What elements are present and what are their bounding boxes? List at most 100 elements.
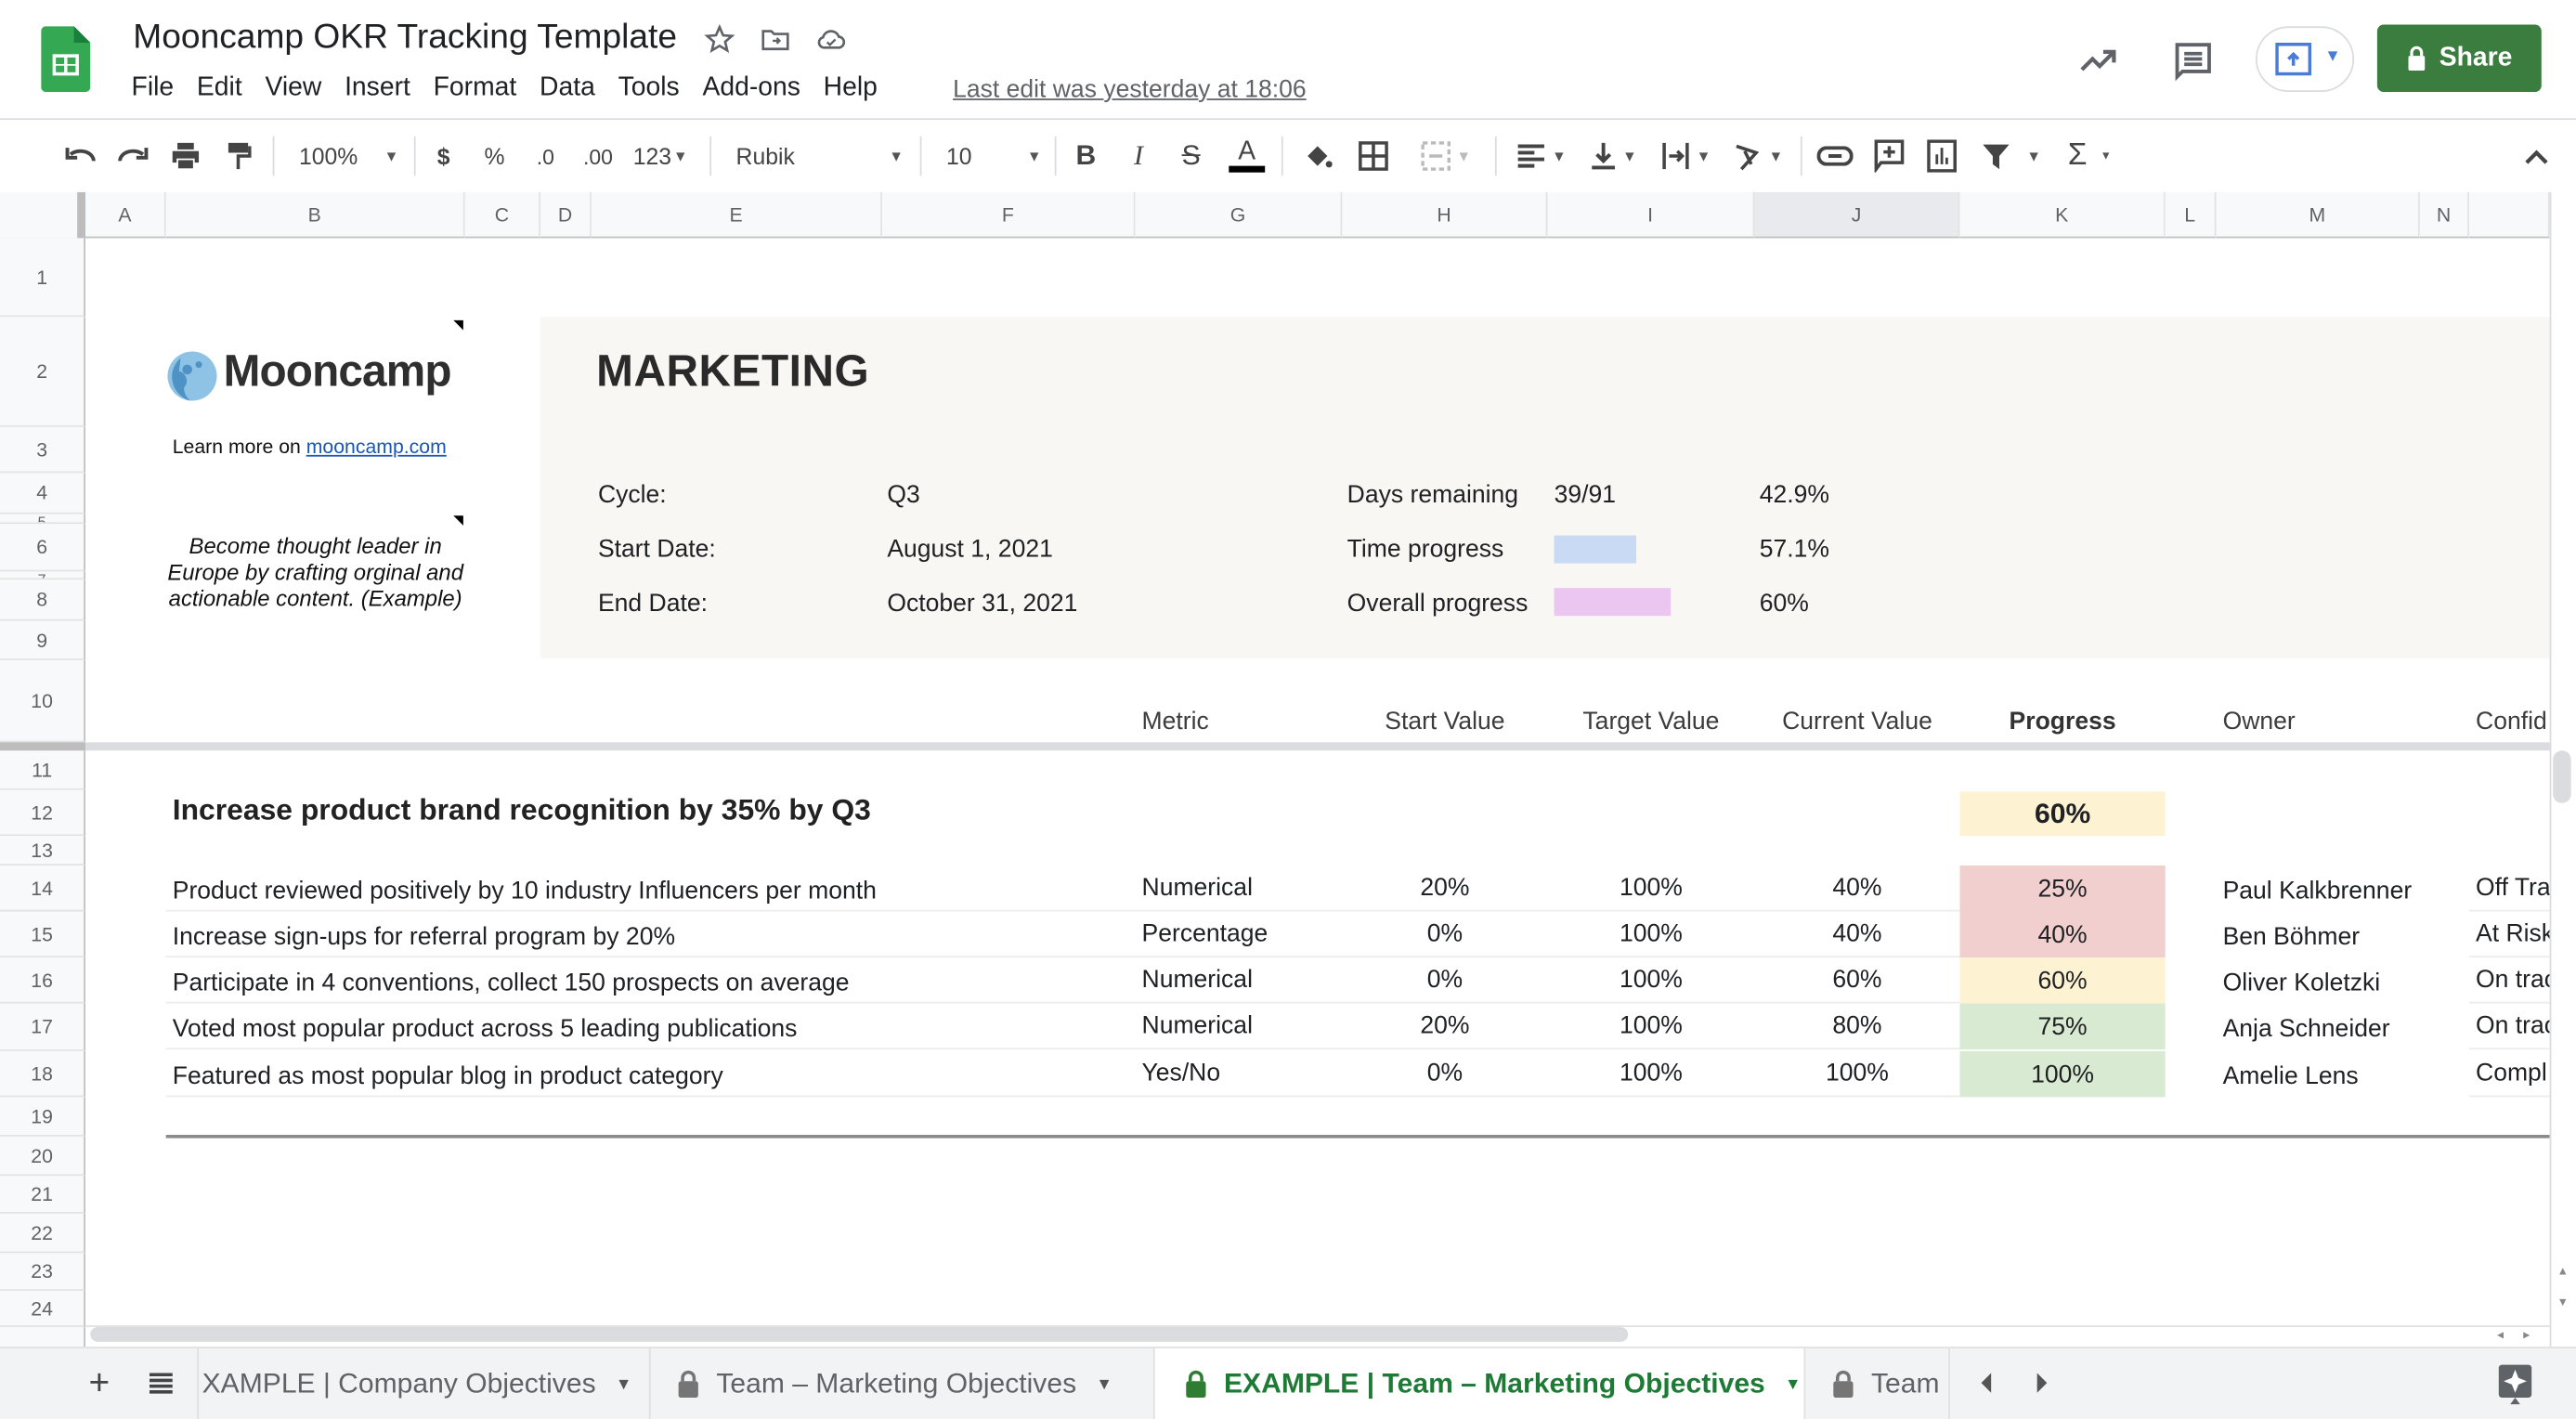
column-header-j[interactable]: J xyxy=(1754,191,1960,239)
row-header-8[interactable]: 8 xyxy=(0,579,85,621)
column-header-a[interactable]: A xyxy=(85,191,166,239)
column-header-e[interactable]: E xyxy=(591,191,883,239)
document-title[interactable]: Mooncamp OKR Tracking Template xyxy=(133,18,677,57)
column-header-d[interactable]: D xyxy=(540,191,592,239)
menu-insert[interactable]: Insert xyxy=(345,74,422,104)
sheet-tab-team-marketing[interactable]: Team – Marketing Objectives ▼ xyxy=(651,1347,1155,1419)
row-header-13[interactable]: 13 xyxy=(0,836,85,866)
row-header-23[interactable]: 23 xyxy=(0,1253,85,1292)
row-header-1[interactable]: 1 xyxy=(0,238,85,318)
scroll-up-icon[interactable]: ▲ xyxy=(2551,1267,2574,1290)
spreadsheet-grid[interactable]: A B C D E F G H I J K L M N 1 2 3 4 5 6 … xyxy=(0,191,2576,1348)
merge-cells-icon[interactable]: ▼ xyxy=(1412,139,1478,172)
cloud-saved-icon[interactable] xyxy=(814,23,847,56)
row-header-14[interactable]: 14 xyxy=(0,865,85,912)
row-header-3[interactable]: 3 xyxy=(0,426,85,474)
fill-color-icon[interactable] xyxy=(1301,139,1334,172)
row-header-16[interactable]: 16 xyxy=(0,957,85,1004)
increase-decimal-button[interactable]: .00 xyxy=(579,139,618,172)
menu-addons[interactable]: Add-ons xyxy=(702,74,812,104)
functions-icon[interactable]: Σ ▼ xyxy=(2063,138,2116,173)
all-sheets-icon[interactable] xyxy=(148,1372,174,1395)
menu-file[interactable]: File xyxy=(132,74,186,104)
row-header-19[interactable]: 19 xyxy=(0,1097,85,1137)
row-header-9[interactable]: 9 xyxy=(0,620,85,660)
star-icon[interactable] xyxy=(703,23,735,56)
paint-format-icon[interactable] xyxy=(222,139,254,172)
column-header-m[interactable]: M xyxy=(2216,191,2420,239)
italic-icon[interactable]: I xyxy=(1124,139,1153,172)
menu-view[interactable]: View xyxy=(265,74,332,104)
undo-icon[interactable] xyxy=(64,139,97,172)
row-header-7[interactable]: 7 xyxy=(0,571,85,580)
row-header-21[interactable]: 21 xyxy=(0,1176,85,1214)
strikethrough-icon[interactable]: S xyxy=(1177,139,1206,172)
last-edit-link[interactable]: Last edit was yesterday at 18:06 xyxy=(953,75,1307,103)
currency-format-button[interactable]: $ xyxy=(431,139,457,172)
zoom-select[interactable]: 100% ▼ xyxy=(299,139,401,172)
menu-format[interactable]: Format xyxy=(434,74,528,104)
menu-edit[interactable]: Edit xyxy=(197,74,254,104)
row-header-2[interactable]: 2 xyxy=(0,317,85,427)
insert-link-icon[interactable] xyxy=(1816,139,1854,172)
text-rotation-icon[interactable]: ▼ xyxy=(1728,139,1788,172)
note-indicator-icon[interactable] xyxy=(453,515,463,526)
column-header-l[interactable]: L xyxy=(2165,191,2217,239)
select-all-corner[interactable] xyxy=(0,191,78,241)
column-header-i[interactable]: I xyxy=(1547,191,1755,239)
column-header-k[interactable]: K xyxy=(1959,191,2166,239)
explore-icon[interactable] xyxy=(2497,1363,2533,1406)
move-folder-icon[interactable] xyxy=(759,23,791,56)
row-header-18[interactable]: 18 xyxy=(0,1050,85,1098)
print-icon[interactable] xyxy=(169,139,202,172)
row-header-5[interactable]: 5 xyxy=(0,514,85,525)
scroll-tabs-left-icon[interactable] xyxy=(1978,1370,1995,1396)
collapse-toolbar-icon[interactable] xyxy=(2520,139,2553,172)
scroll-right-icon[interactable]: ▸ xyxy=(2517,1327,2536,1345)
sheet-tab-company-objectives[interactable]: XAMPLE | Company Objectives ▼ xyxy=(197,1347,651,1419)
text-wrapping-icon[interactable]: ▼ xyxy=(1656,139,1715,172)
vertical-align-icon[interactable]: ▼ xyxy=(1583,139,1643,172)
share-button[interactable]: Share xyxy=(2376,24,2542,93)
font-size-select[interactable]: 10 ▼ xyxy=(946,139,1042,172)
row-header-6[interactable]: 6 xyxy=(0,524,85,572)
note-indicator-icon[interactable] xyxy=(453,319,463,331)
horizontal-align-icon[interactable]: ▼ xyxy=(1512,139,1571,172)
insert-comment-icon[interactable] xyxy=(1873,139,1906,173)
menu-data[interactable]: Data xyxy=(540,74,606,104)
column-header-f[interactable]: F xyxy=(882,191,1136,239)
decrease-decimal-button[interactable]: .0 xyxy=(529,139,562,172)
row-header-10[interactable]: 10 xyxy=(0,659,85,743)
column-header-o[interactable] xyxy=(2468,191,2550,239)
frozen-rows-handle[interactable] xyxy=(0,742,85,751)
scroll-left-icon[interactable]: ◂ xyxy=(2491,1327,2510,1345)
sheet-tab-example-team-marketing[interactable]: EXAMPLE | Team – Marketing Objectives ▼ xyxy=(1154,1347,1806,1419)
row-header-22[interactable]: 22 xyxy=(0,1213,85,1254)
sheet-tab-team[interactable]: Team xyxy=(1805,1347,1950,1419)
column-header-c[interactable]: C xyxy=(464,191,541,239)
add-sheet-icon[interactable]: + xyxy=(89,1361,111,1404)
redo-icon[interactable] xyxy=(117,139,150,172)
sheets-logo-icon[interactable] xyxy=(41,26,91,93)
menu-tools[interactable]: Tools xyxy=(618,74,691,104)
column-header-b[interactable]: B xyxy=(165,191,465,239)
present-button[interactable]: ▼ xyxy=(2255,26,2355,93)
horizontal-scroll-thumb[interactable] xyxy=(90,1326,1629,1342)
frozen-rows-divider[interactable] xyxy=(0,742,2550,751)
borders-icon[interactable] xyxy=(1357,139,1389,172)
row-header-15[interactable]: 15 xyxy=(0,911,85,958)
row-header-12[interactable]: 12 xyxy=(0,789,85,837)
insert-chart-icon[interactable] xyxy=(1925,139,1958,173)
menu-help[interactable]: Help xyxy=(824,74,890,104)
column-header-h[interactable]: H xyxy=(1342,191,1548,239)
row-header-11[interactable]: 11 xyxy=(0,750,85,790)
scroll-tabs-right-icon[interactable] xyxy=(2034,1370,2050,1396)
bold-icon[interactable]: B xyxy=(1071,139,1100,172)
filter-icon[interactable]: ▼ xyxy=(1978,139,2044,172)
font-family-select[interactable]: Rubik ▼ xyxy=(736,139,904,172)
column-header-g[interactable]: G xyxy=(1135,191,1343,239)
row-header-24[interactable]: 24 xyxy=(0,1291,85,1327)
row-header-20[interactable]: 20 xyxy=(0,1136,85,1177)
frozen-column-handle[interactable] xyxy=(77,191,85,239)
row-header-17[interactable]: 17 xyxy=(0,1003,85,1051)
